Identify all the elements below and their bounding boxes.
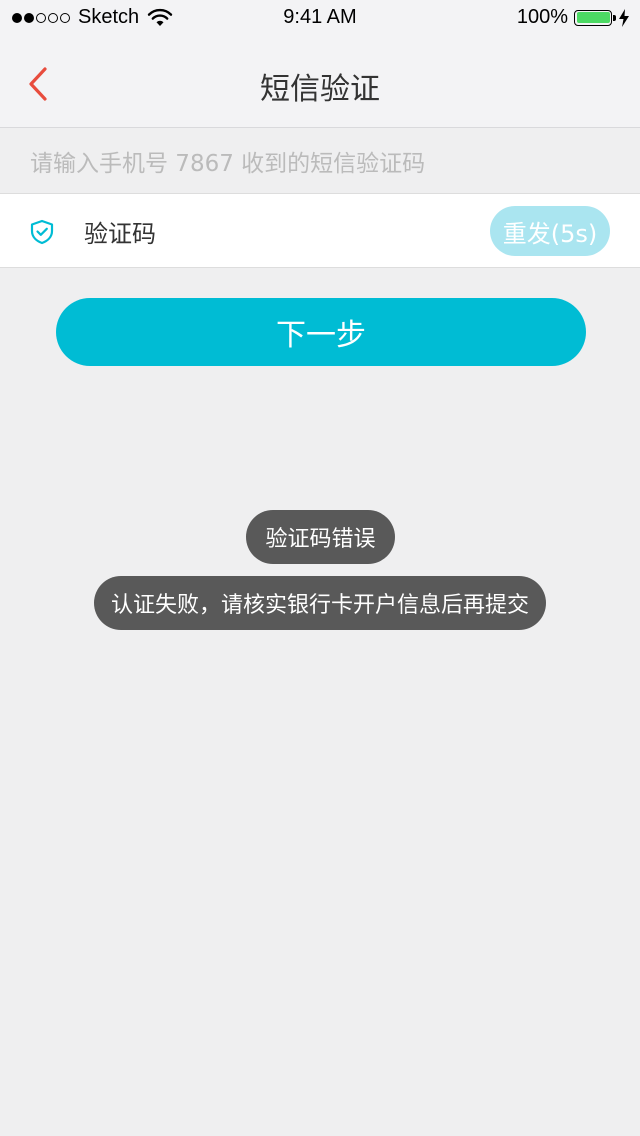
nav-bar: 短信验证 (0, 40, 640, 128)
shield-check-icon (30, 219, 54, 245)
battery-percent: 100% (516, 6, 568, 28)
next-step-button[interactable]: 下一步 (56, 298, 586, 366)
sms-hint-text: 请输入手机号 7867 收到的短信验证码 (30, 151, 426, 177)
page-title: 短信验证 (260, 72, 380, 107)
error-toast-code: 验证码错误 (246, 510, 395, 564)
status-right: 100% (517, 6, 630, 29)
charging-bolt-icon (619, 8, 629, 27)
battery-icon (574, 9, 616, 26)
verification-code-label: 验证码 (84, 220, 156, 248)
resend-code-button[interactable]: 重发(5s) (490, 206, 610, 256)
error-toast-verification: 认证失败，请核实银行卡开户信息后再提交 (94, 576, 546, 630)
verification-code-field[interactable]: 验证码 重发(5s) (0, 193, 640, 268)
status-bar: Sketch 9:41 AM 100% (0, 0, 640, 40)
battery-fill (576, 12, 610, 23)
battery-cap (613, 14, 616, 21)
